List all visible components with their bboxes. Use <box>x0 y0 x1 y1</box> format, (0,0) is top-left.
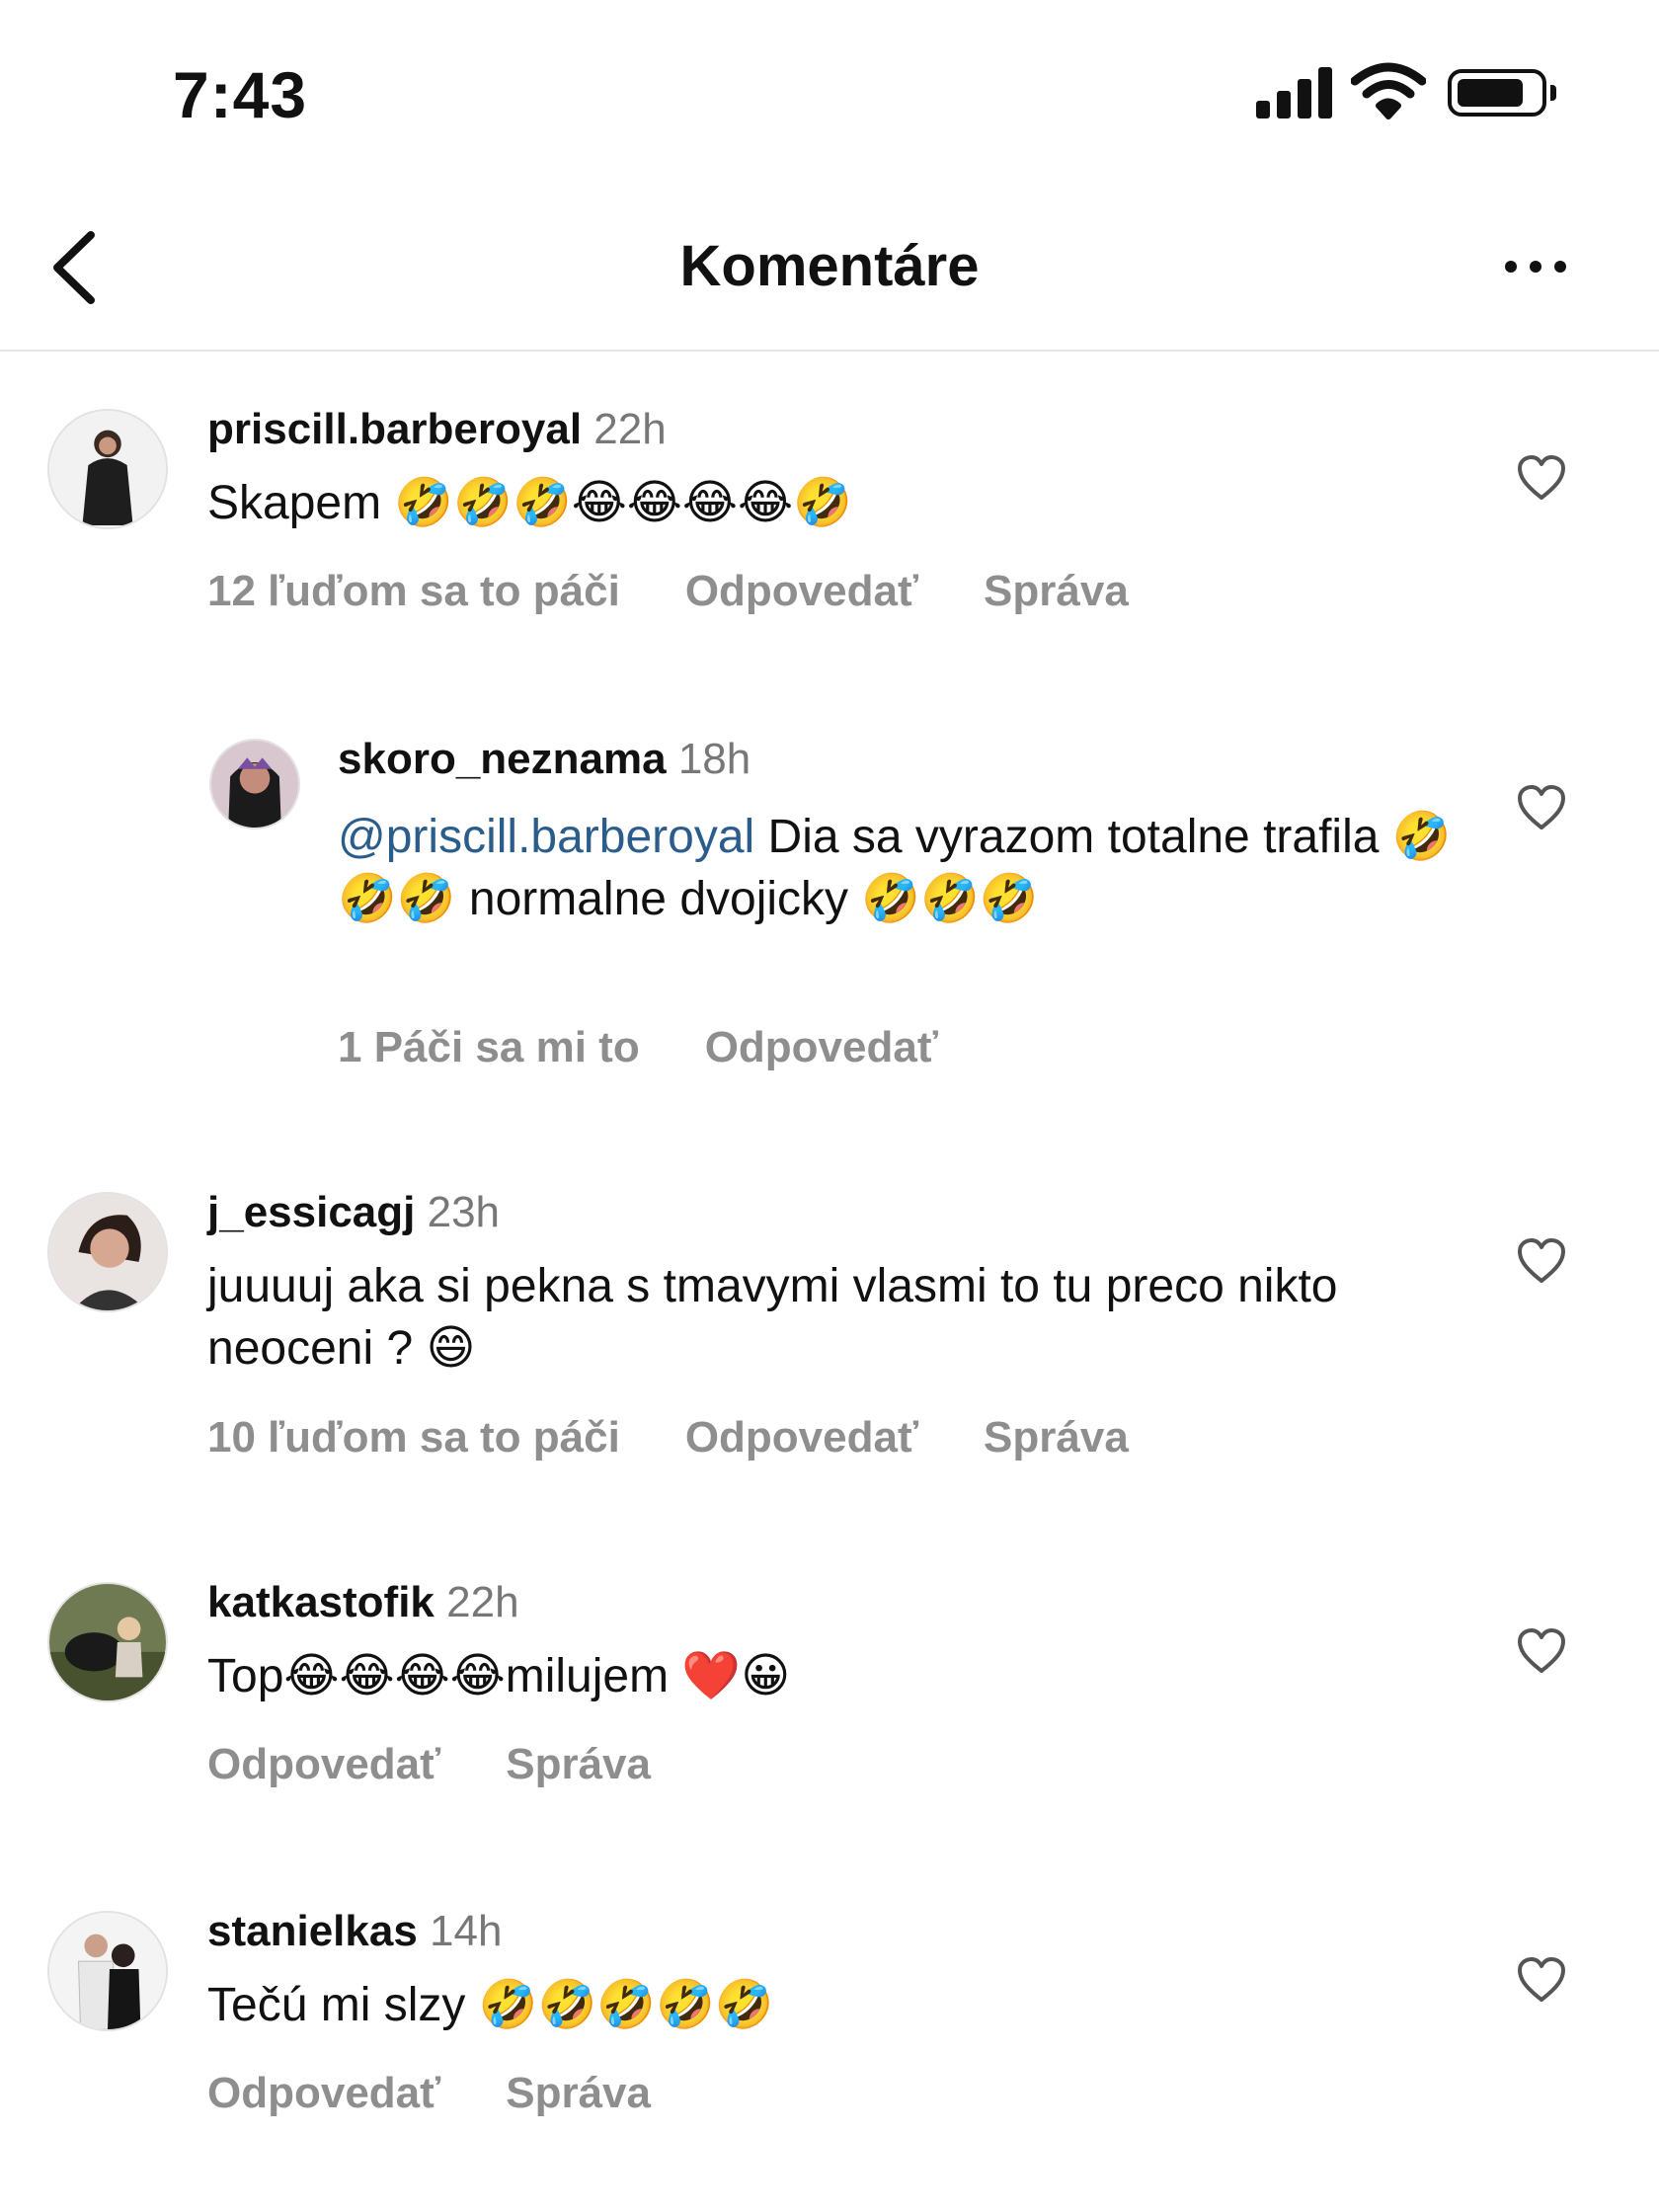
comment-time: 22h <box>446 1578 519 1626</box>
message-button[interactable]: Správa <box>506 1740 651 1788</box>
heart-outline-icon <box>1518 1238 1565 1283</box>
comment-time: 14h <box>430 1907 503 1955</box>
reply-button[interactable]: Odpovedať <box>207 1740 440 1788</box>
comment-actions: 1 Páči sa mi to Odpovedať <box>338 1023 1003 1072</box>
comments-header: Komentáre <box>0 198 1659 352</box>
avatar[interactable] <box>47 409 168 529</box>
reply-button[interactable]: Odpovedať <box>685 567 918 615</box>
heart-outline-icon <box>1518 1957 1565 2002</box>
comment-header: skoro_neznama 18h <box>338 735 750 784</box>
comment-text: Skapem 🤣🤣🤣😂😂😂😂🤣 <box>207 477 852 529</box>
mention-link[interactable]: @priscill.barberoyal <box>338 811 754 863</box>
heart-outline-icon <box>1518 455 1565 500</box>
reply-button[interactable]: Odpovedať <box>685 1413 918 1462</box>
like-button[interactable] <box>1516 784 1567 831</box>
message-button[interactable]: Správa <box>984 567 1129 615</box>
comment-header: katkastofik 22h <box>207 1578 519 1627</box>
heart-outline-icon <box>1518 785 1565 830</box>
comment-username[interactable]: katkastofik <box>207 1578 434 1626</box>
comment-username[interactable]: skoro_neznama <box>338 735 667 783</box>
avatar[interactable] <box>47 1582 168 1702</box>
like-button[interactable] <box>1516 1956 1567 2004</box>
comment-header: priscill.barberoyal 22h <box>207 405 667 454</box>
comment-time: 18h <box>677 735 751 783</box>
comment-text: @priscill.barberoyal Dia sa vyrazom tota… <box>338 806 1463 930</box>
reply-button[interactable]: Odpovedať <box>207 2069 440 2117</box>
reply-button[interactable]: Odpovedať <box>705 1023 938 1071</box>
comment-username[interactable]: stanielkas <box>207 1907 418 1955</box>
likes-count[interactable]: 12 ľuďom sa to páči <box>207 567 620 615</box>
battery-icon <box>1448 69 1556 117</box>
comment-header: j_essicagj 23h <box>207 1188 500 1237</box>
avatar[interactable] <box>209 739 300 830</box>
comment-header: stanielkas 14h <box>207 1907 502 1956</box>
wifi-icon <box>1351 62 1426 119</box>
like-button[interactable] <box>1516 1237 1567 1285</box>
comment-actions: Odpovedať Správa <box>207 1740 716 1789</box>
comment-actions: Odpovedať Správa <box>207 2069 716 2118</box>
comment-time: 22h <box>593 405 667 453</box>
more-options-button[interactable] <box>1491 247 1580 286</box>
comment-time: 23h <box>427 1188 501 1236</box>
comment-actions: 10 ľuďom sa to páči Odpovedať Správa <box>207 1413 1194 1462</box>
comment-text: Tečú mi slzy 🤣🤣🤣🤣🤣 <box>207 1979 774 2031</box>
status-time: 7:43 <box>173 58 308 131</box>
status-bar: 7:43 <box>0 0 1659 188</box>
like-button[interactable] <box>1516 454 1567 502</box>
comment-text: juuuuj aka si pekna s tmavymi vlasmi to … <box>207 1260 1338 1375</box>
comment-username[interactable]: j_essicagj <box>207 1188 415 1236</box>
cellular-signal-icon <box>1256 67 1335 118</box>
message-button[interactable]: Správa <box>984 1413 1129 1462</box>
message-button[interactable]: Správa <box>506 2069 651 2117</box>
page-title: Komentáre <box>679 234 980 298</box>
avatar[interactable] <box>47 1192 168 1312</box>
comment-username[interactable]: priscill.barberoyal <box>207 405 582 453</box>
comment-text: Top😂😂😂😂milujem ❤️😀 <box>207 1650 791 1702</box>
more-horizontal-icon <box>1505 261 1566 273</box>
avatar[interactable] <box>47 1911 168 2031</box>
like-button[interactable] <box>1516 1627 1567 1675</box>
likes-count[interactable]: 10 ľuďom sa to páči <box>207 1413 620 1462</box>
likes-count[interactable]: 1 Páči sa mi to <box>338 1023 640 1071</box>
heart-outline-icon <box>1518 1628 1565 1673</box>
comment-actions: 12 ľuďom sa to páči Odpovedať Správa <box>207 567 1194 616</box>
